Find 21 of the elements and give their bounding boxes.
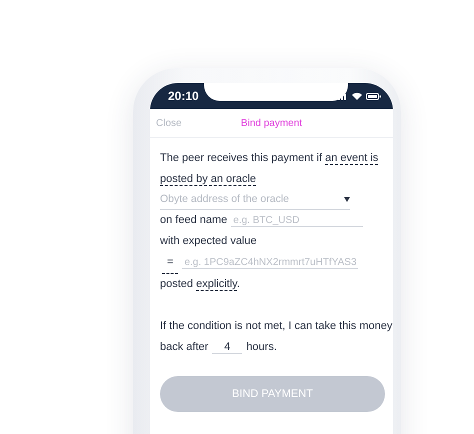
posted-mode-link[interactable]: explicitly bbox=[196, 278, 237, 291]
refund-text: back after bbox=[160, 340, 208, 355]
signal-icon bbox=[338, 92, 348, 100]
posted-text: posted bbox=[160, 278, 194, 290]
battery-icon bbox=[366, 92, 381, 100]
clock-time: 20:10 bbox=[168, 89, 199, 103]
value-label: with expected value bbox=[160, 235, 257, 247]
feed-name-field[interactable]: e.g. BTC_USD bbox=[231, 214, 364, 226]
feed-label: on feed name bbox=[160, 213, 228, 228]
operator-selector[interactable]: = bbox=[162, 252, 178, 274]
screen-title: Bind payment bbox=[240, 118, 302, 128]
caret-icon bbox=[344, 197, 350, 202]
hours-field[interactable]: 4 bbox=[212, 341, 242, 354]
expected-value-field[interactable]: e.g. 1PC9aZC4hNX2rmmrt7uHTfYAS3 bbox=[182, 257, 358, 269]
hours-unit: hours. bbox=[246, 340, 277, 355]
refund-text: If the condition is not met, I can take this money bbox=[160, 320, 392, 332]
event-type-link[interactable]: posted by an oracle bbox=[160, 173, 256, 186]
intro-text: The peer receives this payment if bbox=[160, 152, 322, 164]
wifi-icon bbox=[352, 92, 362, 100]
period-text: . bbox=[236, 278, 240, 290]
event-type-link[interactable]: an event is bbox=[325, 152, 378, 165]
